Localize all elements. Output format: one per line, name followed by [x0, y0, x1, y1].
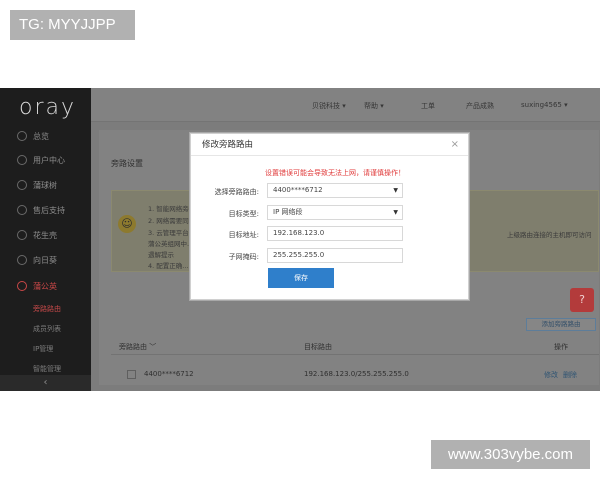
row-router: 4400****6712 [144, 370, 194, 378]
oray-logo: oray [19, 95, 77, 120]
sidebar-sub-member-list[interactable]: 成员列表 [0, 319, 91, 339]
help-badge-icon[interactable]: ? [570, 288, 594, 312]
sidebar-item-label: 售后支持 [33, 205, 65, 215]
field-value: 192.168.123.0 [273, 229, 325, 237]
sidebar-item-label: 向日葵 [33, 255, 57, 265]
edit-link[interactable]: 修改 [544, 370, 558, 380]
smile-icon: ☺ [118, 215, 136, 233]
subnet-mask-input[interactable]: 255.255.255.0 [267, 248, 403, 263]
sidebar-item-peanut[interactable]: 花生壳 [0, 223, 91, 247]
field-label: 目标地址: [228, 231, 259, 239]
sidebar-item-support[interactable]: 售后支持 [0, 198, 91, 222]
notice-line: 遇解提示 [148, 251, 174, 259]
topnav-help-menu[interactable]: 帮助 ▾ [364, 101, 384, 111]
sidebar-item-label: 花生壳 [33, 230, 57, 240]
field-value: 255.255.255.0 [273, 251, 325, 259]
field-label: 子网掩码: [228, 253, 259, 261]
grid-icon [17, 131, 27, 141]
target-type-select[interactable]: IP 网络段 ▼ [267, 205, 403, 220]
row-checkbox[interactable] [127, 370, 136, 379]
field-label: 选择旁路路由: [214, 188, 259, 196]
field-label: 目标类型: [228, 210, 259, 218]
field-value: IP 网络段 [273, 208, 303, 216]
edit-bypass-router-dialog: 修改旁路路由 × 设置错误可能会导致无法上网，请谨慎操作！ 选择旁路路由: 44… [190, 133, 469, 300]
sidebar-item-user-center[interactable]: 用户中心 [0, 148, 91, 172]
warning-text: 设置错误可能会导致无法上网，请谨慎操作！ [265, 169, 405, 177]
chevron-left-icon: ‹ [43, 377, 48, 388]
save-button[interactable]: 保存 [268, 268, 334, 288]
table-header-target: 目标路由 [304, 343, 332, 351]
notice-line: 3. 云管理平台... [148, 229, 195, 237]
notice-line: 蒲公英组网中... [148, 240, 194, 248]
topnav-company-menu[interactable]: 贝锐科技 ▾ [312, 101, 346, 111]
sidebar-item-sunflower[interactable]: 向日葵 [0, 248, 91, 272]
notice-line: 4. 配置正确... [148, 262, 189, 270]
add-bypass-router-button[interactable]: 添加旁路路由 [526, 318, 596, 331]
sidebar-sub-ip-management[interactable]: IP管理 [0, 339, 91, 359]
sidebar-item-label: 用户中心 [33, 155, 65, 165]
sidebar-item-label: 蒲公英 [33, 281, 57, 291]
sidebar-item-label: 蒲球树 [33, 180, 57, 190]
topnav-tickets[interactable]: 工单 [421, 101, 435, 111]
dandelion-icon [17, 281, 27, 291]
user-icon [17, 155, 27, 165]
page-title: 旁路设置 [111, 159, 143, 168]
topnav-user-menu[interactable]: suxing4565 ▾ [521, 101, 568, 109]
sidebar-item-dandelion[interactable]: 蒲公英 [0, 274, 91, 298]
topnav-products[interactable]: 产品成熟 [466, 101, 494, 111]
screenshot-page: TG: MYYJJPP oray 总览 用户中心 蒲球树 售后支持 花生壳 向日… [0, 0, 600, 480]
caret-down-icon: ▼ [393, 209, 398, 216]
table-header-actions: 操作 [554, 343, 568, 351]
sunflower-icon [17, 255, 27, 265]
row-target: 192.168.123.0/255.255.255.0 [304, 370, 409, 378]
sidebar-collapse-button[interactable]: ‹ [0, 375, 91, 391]
globe-icon [17, 180, 27, 190]
sidebar-sub-bypass-routing[interactable]: 旁路路由 [0, 299, 91, 319]
sidebar: oray 总览 用户中心 蒲球树 售后支持 花生壳 向日葵 蒲公英 旁路路由 成… [0, 88, 91, 391]
delete-link[interactable]: 删除 [563, 370, 577, 380]
sidebar-item-overview[interactable]: 总览 [0, 124, 91, 148]
field-value: 4400****6712 [273, 186, 323, 194]
table-divider [111, 354, 599, 355]
table-header-router[interactable]: 旁路路由 ﹀ [119, 342, 156, 352]
watermark-top-left: TG: MYYJJPP [10, 10, 135, 40]
caret-down-icon: ▼ [393, 187, 398, 194]
top-navigation: 贝锐科技 ▾ 帮助 ▾ 工单 产品成熟 suxing4565 ▾ [91, 88, 600, 122]
sidebar-item-puqiushu[interactable]: 蒲球树 [0, 173, 91, 197]
target-address-input[interactable]: 192.168.123.0 [267, 226, 403, 241]
bypass-router-select[interactable]: 4400****6712 ▼ [267, 183, 403, 198]
support-icon [17, 205, 27, 215]
dialog-title: 修改旁路路由 [191, 134, 468, 156]
notice-right-text: 上级路由连接的主机即可访问 [507, 231, 592, 239]
close-icon[interactable]: × [451, 139, 459, 150]
peanut-icon [17, 230, 27, 240]
watermark-bottom-right: www.303vybe.com [431, 440, 590, 469]
sidebar-item-label: 总览 [33, 131, 49, 141]
